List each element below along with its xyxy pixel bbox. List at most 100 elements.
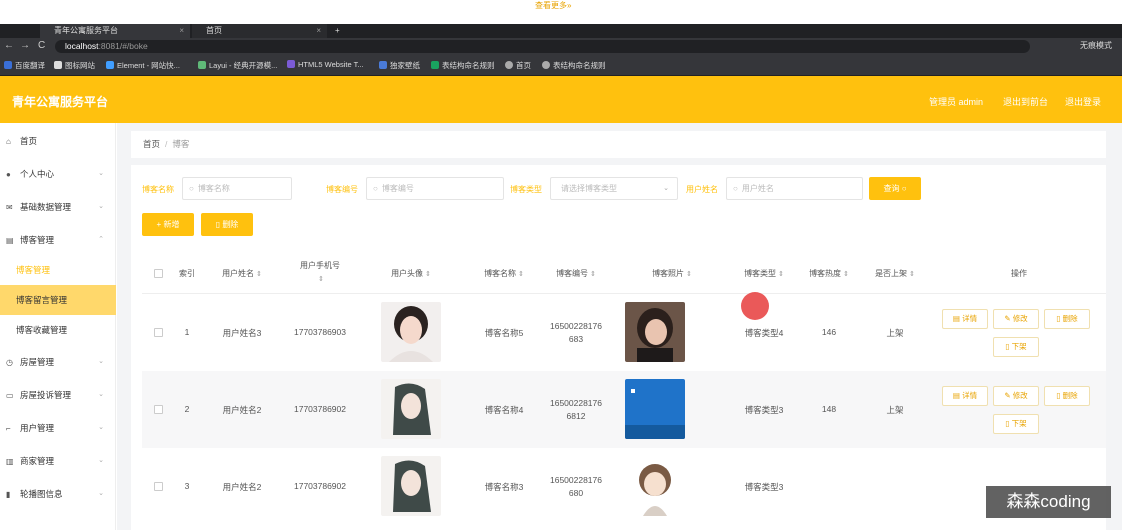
new-tab-button[interactable]: + (330, 24, 350, 38)
select-all-checkbox[interactable] (154, 269, 163, 278)
bookmark-icon (431, 61, 439, 69)
offline-button[interactable]: ▯ 下架 (993, 337, 1039, 357)
detail-button[interactable]: ▤ 详情 (942, 386, 988, 406)
col-blog-heat[interactable]: 博客热度 ⇕ (796, 253, 862, 294)
tab-close-icon[interactable]: × (179, 24, 184, 38)
url-input[interactable]: localhost:8081/#/boke (55, 40, 1030, 53)
offline-button[interactable]: ▯ 下架 (993, 414, 1039, 434)
col-label: 博客热度 (809, 269, 842, 278)
col-blog-type[interactable]: 博客类型 ⇕ (732, 253, 796, 294)
sidebar-item-house-complaint[interactable]: ▭ 房屋投诉管理 ⌄ (0, 380, 116, 410)
delete-button[interactable]: ▯ 删除 (201, 213, 253, 236)
cartoon-image (625, 456, 685, 516)
top-strip: 查看更多» (0, 0, 1122, 24)
cell-phone: 17703786902 (293, 481, 346, 491)
see-more-link[interactable]: 查看更多» (535, 0, 571, 11)
blog-photo-image[interactable] (625, 302, 685, 362)
col-blog-name[interactable]: 博客名称 ⇕ (468, 253, 540, 294)
blog-name-input[interactable]: ○ 博客名称 (182, 177, 292, 200)
cell-blog-name: 博客名称4 (484, 405, 524, 415)
blog-no-input[interactable]: ○ 博客编号 (366, 177, 504, 200)
row-delete-button[interactable]: ▯ 删除 (1044, 386, 1090, 406)
bookmark-item[interactable]: 图标网站 (54, 60, 95, 71)
back-icon[interactable]: ← (4, 40, 14, 51)
bookmark-item[interactable]: Layui - 经典开源模... (198, 60, 277, 71)
search-button[interactable]: 查询 ○ (869, 177, 921, 200)
detail-button[interactable]: ▤ 详情 (942, 309, 988, 329)
bookmark-item[interactable]: 百度翻译 (4, 60, 45, 71)
admin-label: 管理员 admin (929, 97, 984, 107)
cell-blog-no: 16500228176 6812 (540, 397, 612, 423)
sidebar-item-home[interactable]: ⌂ 首页 (0, 126, 116, 156)
user-avatar-image[interactable] (381, 302, 441, 362)
sort-icon: ⇕ (843, 271, 849, 278)
bookmark-item[interactable]: 独家壁纸 (379, 60, 420, 71)
user-avatar-image[interactable] (381, 379, 441, 439)
cell-user-name: 用户姓名2 (222, 405, 262, 415)
table-row: 3 用户姓名2 17703786902 博客名称3 16500228176 680… (142, 448, 1106, 525)
btn-label: 下架 (1011, 419, 1027, 428)
sidebar-item-label: 房屋管理 (20, 357, 55, 367)
main-content: 首页 / 博客 博客名称 ○ 博客名称 博客编号 ○ 博客编号 博客类型 请选择博客类型… (117, 123, 1122, 530)
sidebar-item-house[interactable]: ◷ 房屋管理 ⌄ (0, 347, 116, 377)
back-to-front-link[interactable]: 退出到前台 (1003, 95, 1048, 108)
blog-photo-image[interactable] (625, 379, 685, 439)
globe-icon (505, 61, 513, 69)
bookmark-item[interactable]: Element - 网站快... (106, 60, 180, 71)
sidebar-item-personal[interactable]: ● 个人中心 ⌄ (0, 159, 116, 189)
sort-icon: ⇕ (425, 271, 431, 278)
col-label: 用户手机号 (300, 261, 340, 270)
content-panel: 博客名称 ○ 博客名称 博客编号 ○ 博客编号 博客类型 请选择博客类型 ⌄ 用户姓名… (131, 165, 1106, 530)
illustration-image (381, 379, 441, 439)
sidebar-item-carousel[interactable]: ▮ 轮播图信息 ⌄ (0, 479, 116, 509)
col-blog-photo[interactable]: 博客照片 ⇕ (612, 253, 732, 294)
row-checkbox[interactable] (154, 405, 163, 414)
row-checkbox[interactable] (154, 482, 163, 491)
bookmark-item[interactable]: 表结构命名规则 (542, 60, 606, 71)
sidebar-subitem-blog[interactable]: 博客管理 (0, 255, 116, 285)
chevron-down-icon: ⌄ (98, 391, 104, 398)
cell-index: 1 (184, 327, 190, 337)
chevron-down-icon: ⌄ (98, 424, 104, 431)
row-delete-button[interactable]: ▯ 删除 (1044, 309, 1090, 329)
col-user-avatar[interactable]: 用户头像 ⇕ (356, 253, 466, 294)
photo-image (625, 302, 685, 362)
sidebar-item-label: 首页 (20, 136, 38, 146)
add-button[interactable]: + 新增 (142, 213, 194, 236)
user-name-input[interactable]: ○ 用户姓名 (726, 177, 863, 200)
forward-icon[interactable]: → (20, 40, 30, 51)
edit-button[interactable]: ✎ 修改 (993, 386, 1039, 406)
bookmark-item[interactable]: 首页 (505, 60, 531, 71)
reload-icon[interactable]: C (38, 40, 45, 51)
col-user-phone[interactable]: 用户手机号 ⇕ (284, 253, 356, 294)
cell-shelf: 上架 (886, 405, 904, 415)
col-user-name[interactable]: 用户姓名 ⇕ (202, 253, 282, 294)
sidebar-item-blog-mgmt[interactable]: ▤ 博客管理 ⌃ (0, 225, 116, 255)
sidebar-subitem-blog-comments[interactable]: 博客留言管理 (0, 285, 116, 315)
bookmark-label: 表结构命名规则 (442, 61, 495, 70)
edit-icon: ✎ (1004, 391, 1013, 400)
row-checkbox[interactable] (154, 328, 163, 337)
detail-icon: ▤ (952, 391, 963, 400)
tab-active[interactable]: 青年公寓服务平台 × (40, 24, 190, 38)
tab-home[interactable]: 首页 × (192, 24, 327, 38)
col-blog-no[interactable]: 博客编号 ⇕ (540, 253, 612, 294)
incognito-label[interactable]: 无痕模式 (1080, 40, 1112, 51)
bookmark-item[interactable]: HTML5 Website T... (287, 60, 364, 69)
tab-close-icon[interactable]: × (316, 24, 321, 38)
sidebar-item-basic-data[interactable]: ✉ 基础数据管理 ⌄ (0, 192, 116, 222)
blog-photo-image[interactable] (625, 456, 685, 516)
bookmark-item[interactable]: 表结构命名规则 (431, 60, 495, 71)
logout-link[interactable]: 退出登录 (1065, 95, 1101, 108)
sidebar-item-merchants[interactable]: ▥ 商家管理 ⌄ (0, 446, 116, 476)
clock-icon: ◷ (6, 358, 13, 367)
cell-heat: 146 (821, 327, 837, 337)
blog-type-select[interactable]: 请选择博客类型 ⌄ (550, 177, 678, 200)
user-avatar-image[interactable] (381, 456, 441, 516)
edit-button[interactable]: ✎ 修改 (993, 309, 1039, 329)
sidebar-item-users[interactable]: ⌐ 用户管理 ⌄ (0, 413, 116, 443)
sidebar-subitem-blog-favorites[interactable]: 博客收藏管理 (0, 315, 116, 345)
cell-blog-type: 博客类型3 (744, 482, 784, 492)
breadcrumb-home[interactable]: 首页 (143, 139, 160, 149)
col-on-shelf[interactable]: 是否上架 ⇕ (862, 253, 928, 294)
